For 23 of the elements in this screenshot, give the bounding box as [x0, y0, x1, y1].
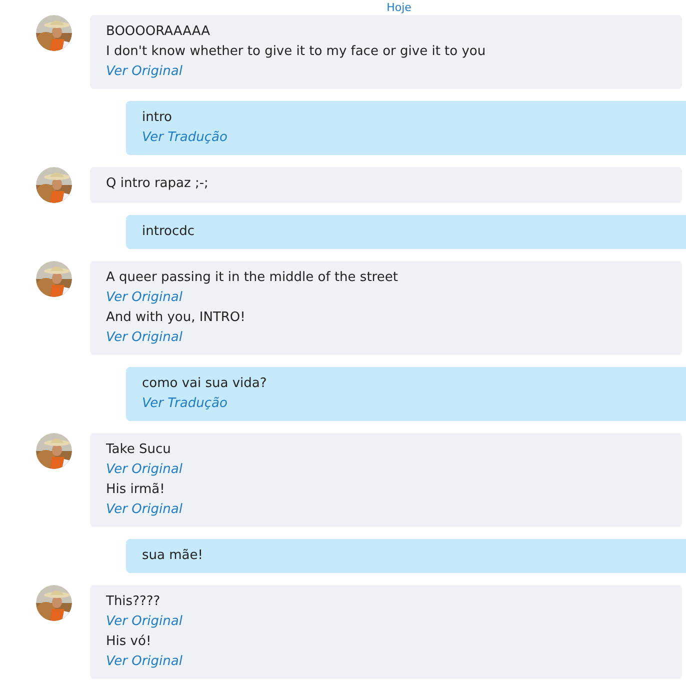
see-original-link[interactable]: Ver Original	[106, 460, 182, 480]
message-text: This????	[106, 593, 160, 611]
see-original-link[interactable]: Ver Original	[106, 328, 182, 348]
see-original-link[interactable]: Ver Original	[106, 288, 182, 308]
date-divider: Hoje	[386, 1, 412, 14]
see-original-link[interactable]: Ver Original	[106, 62, 182, 82]
message-text: como vai sua vida?	[142, 375, 267, 393]
see-translation-link[interactable]: Ver Tradução	[142, 128, 228, 148]
message-text: BOOOORAAAAA	[106, 23, 210, 41]
see-original-link[interactable]: Ver Original	[106, 652, 182, 672]
message-text: Q intro rapaz ;-;	[106, 175, 208, 193]
message-text: sua mãe!	[142, 547, 203, 565]
see-original-link[interactable]: Ver Original	[106, 500, 182, 520]
message-text: Take Sucu	[106, 441, 171, 459]
message-text: His vó!	[106, 633, 152, 651]
message-text: intro	[142, 109, 172, 127]
message-text: introcdc	[142, 223, 195, 241]
see-original-link[interactable]: Ver Original	[106, 612, 182, 632]
message-text: His irmã!	[106, 481, 165, 499]
message-text: And with you, INTRO!	[106, 309, 246, 327]
message-text: I don't know whether to give it to my face or give it to you	[106, 43, 486, 61]
message-text: A queer passing it in the middle of the street	[106, 269, 398, 287]
see-translation-link[interactable]: Ver Tradução	[142, 394, 228, 414]
